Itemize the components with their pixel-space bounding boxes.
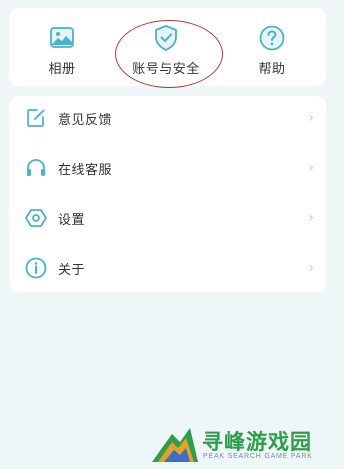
- menu-item-customer-service[interactable]: 在线客服 ›: [9, 146, 326, 190]
- watermark-subtitle: PEAK SEARCH GAME PARK: [203, 453, 313, 460]
- info-icon: [25, 257, 47, 279]
- watermark-logo: 寻峰游戏园 PEAK SEARCH GAME PARK: [150, 418, 344, 469]
- settings-icon: [25, 207, 47, 229]
- chevron-right-icon: ›: [308, 110, 314, 126]
- menu-item-label: 设置: [58, 212, 86, 228]
- help-label: 帮助: [258, 62, 286, 77]
- chevron-right-icon: ›: [308, 210, 314, 226]
- album-button[interactable]: 相册: [17, 8, 107, 86]
- mountain-logo-icon: [152, 428, 198, 462]
- quick-actions-card: 相册 账号与安全 帮助: [9, 8, 326, 86]
- help-button[interactable]: 帮助: [227, 8, 317, 86]
- menu-item-settings[interactable]: 设置 ›: [9, 196, 326, 240]
- menu-item-label: 关于: [58, 262, 86, 278]
- chevron-right-icon: ›: [308, 260, 314, 276]
- account-security-label: 账号与安全: [132, 62, 200, 77]
- shield-check-icon: [152, 24, 180, 52]
- headphones-icon: [25, 157, 47, 179]
- account-security-button[interactable]: 账号与安全: [121, 8, 211, 86]
- chevron-right-icon: ›: [308, 160, 314, 176]
- edit-feedback-icon: [25, 107, 47, 129]
- menu-list-card: 意见反馈 › 在线客服 › 设置 › 关于 ›: [9, 96, 326, 292]
- menu-item-label: 在线客服: [58, 162, 113, 178]
- watermark-title: 寻峰游戏园: [202, 430, 312, 454]
- album-label: 相册: [48, 62, 76, 77]
- menu-item-feedback[interactable]: 意见反馈 ›: [9, 96, 326, 140]
- menu-item-label: 意见反馈: [58, 112, 113, 128]
- photo-album-icon: [48, 24, 76, 52]
- help-circle-icon: [258, 24, 286, 52]
- menu-item-about[interactable]: 关于 ›: [9, 246, 326, 290]
